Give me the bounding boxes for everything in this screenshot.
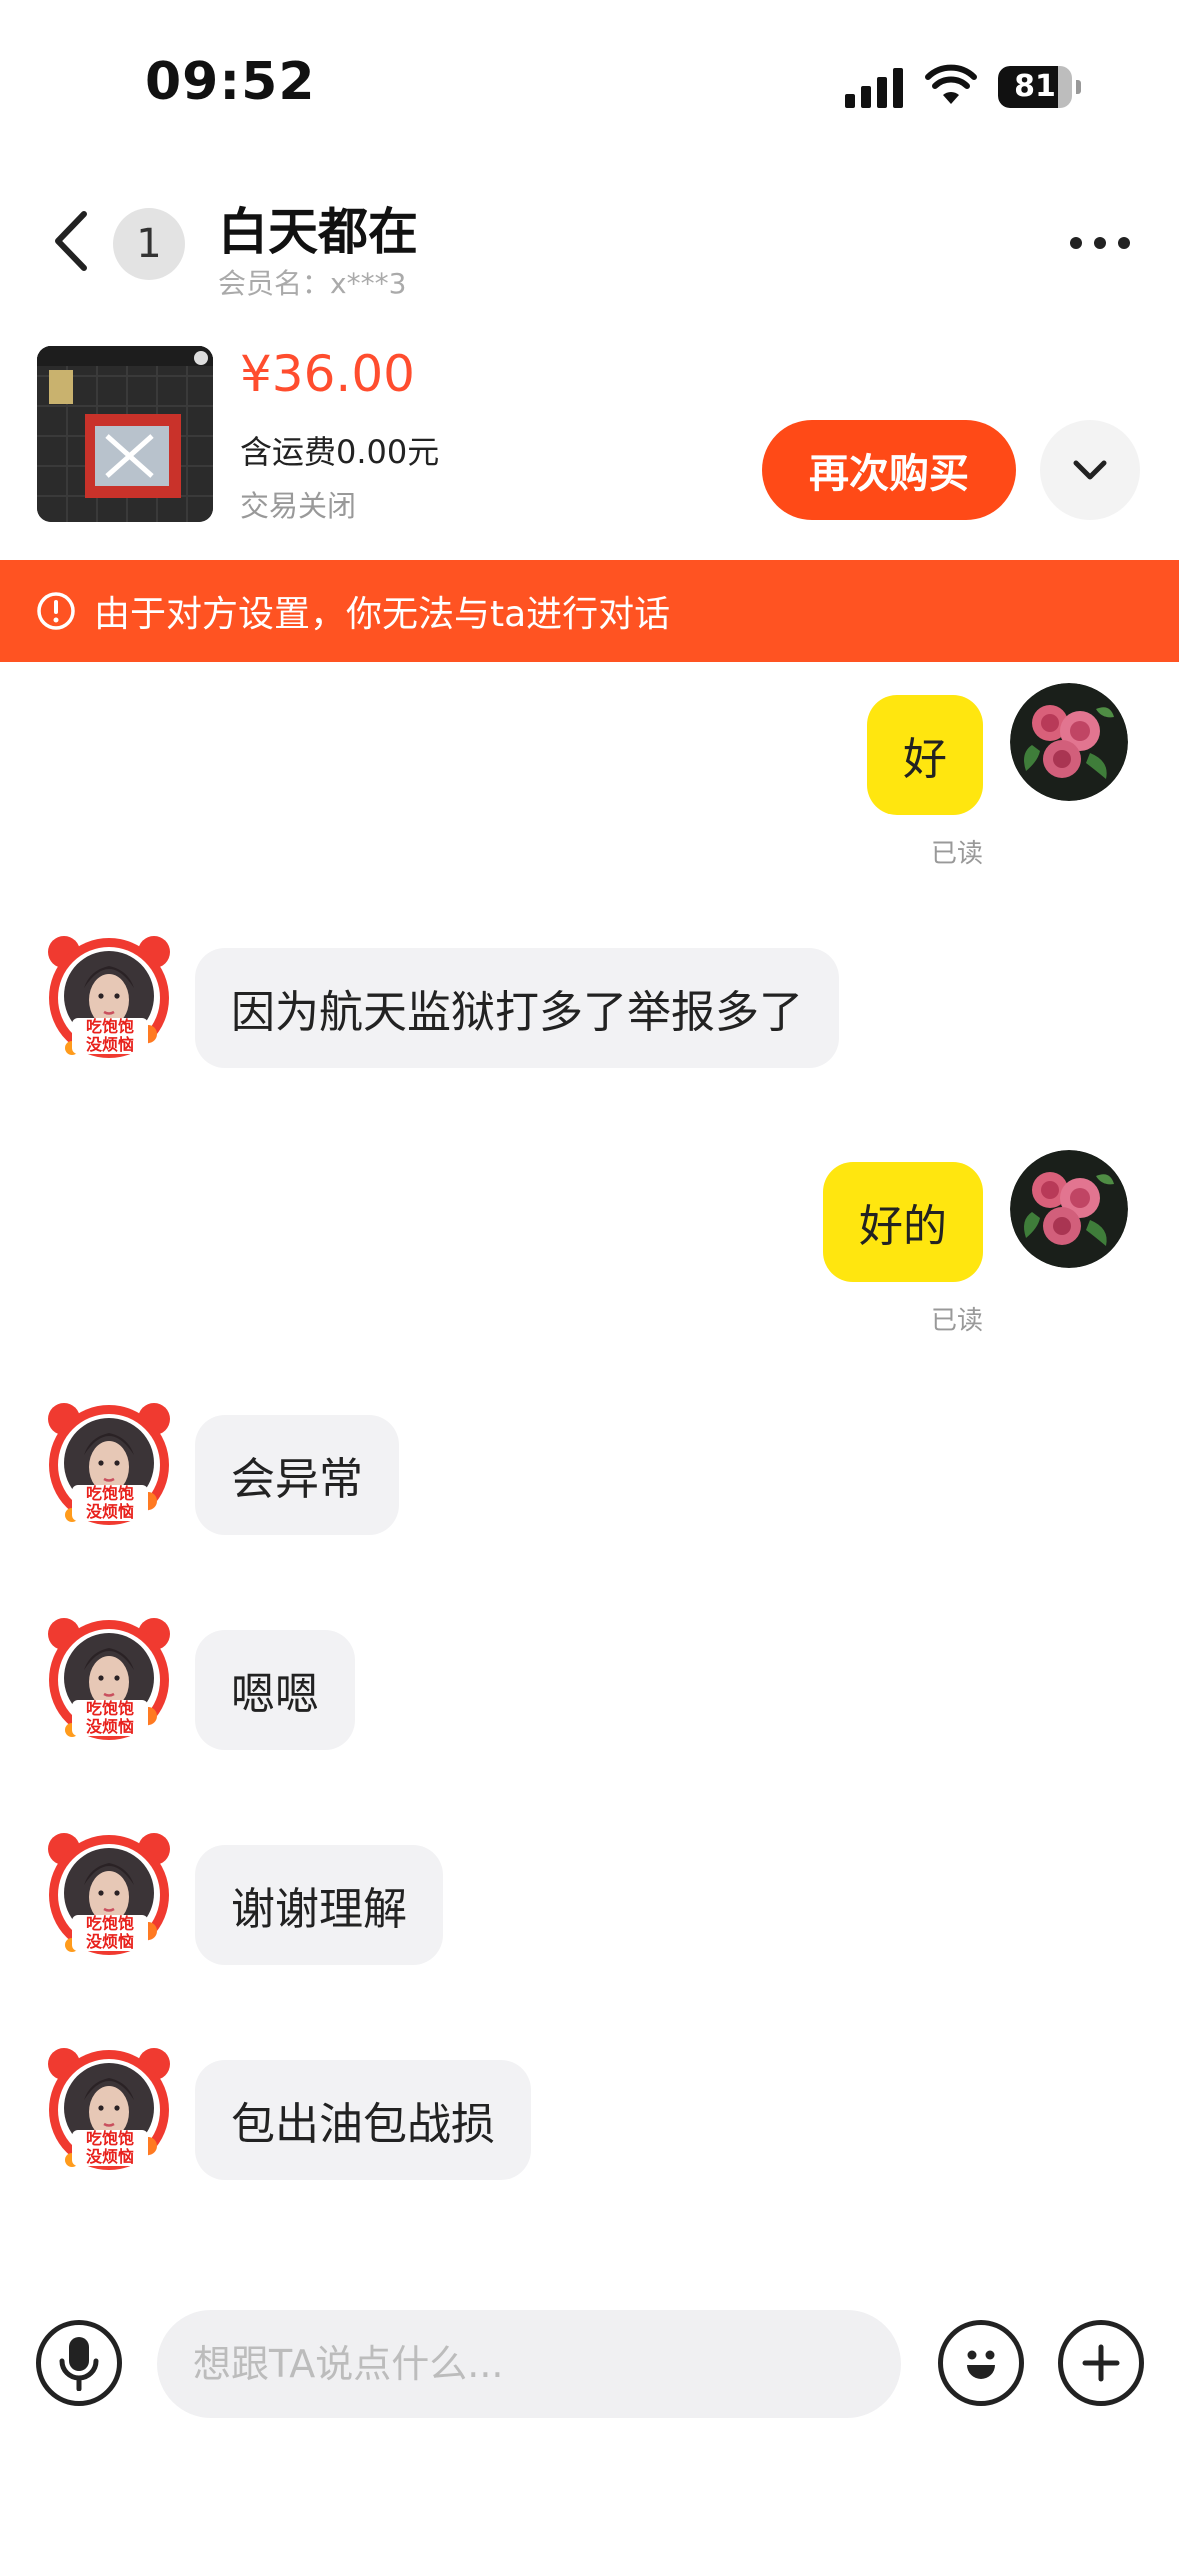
more-actions-button[interactable] (1058, 2320, 1144, 2406)
emoji-button[interactable] (938, 2320, 1024, 2406)
status-bar: 09:52 81 (0, 0, 1179, 170)
my-message-bubble[interactable]: 好的 (823, 1162, 983, 1282)
blocked-banner: 由于对方设置，你无法与ta进行对话 (0, 560, 1179, 662)
contact-message-bubble[interactable]: 会异常 (195, 1415, 399, 1535)
battery-percent: 81 (1014, 69, 1056, 104)
avatar-sticker-line: 没烦恼 (85, 1502, 134, 1521)
blocked-banner-text: 由于对方设置，你无法与ta进行对话 (94, 594, 671, 635)
unread-count-badge[interactable]: 1 (113, 208, 185, 280)
avatar-sticker-text: 吃饱饱 没烦恼 (72, 1915, 148, 1951)
avatar-sticker-text: 吃饱饱 没烦恼 (72, 2130, 148, 2166)
contact-message-bubble[interactable]: 谢谢理解 (195, 1845, 443, 1965)
battery-tip (1076, 80, 1081, 94)
product-image (37, 346, 213, 522)
product-thumbnail[interactable] (37, 346, 213, 522)
cellular-signal-icon (845, 68, 903, 108)
avatar-sticker-line: 吃饱饱 (85, 1914, 134, 1933)
more-dot-icon (1070, 237, 1082, 249)
avatar-sticker-line: 吃饱饱 (85, 1017, 134, 1036)
plus-icon (1082, 2344, 1120, 2382)
avatar-sticker-text: 吃饱饱 没烦恼 (72, 1485, 148, 1521)
avatar-sticker-line: 没烦恼 (85, 1717, 134, 1736)
avatar-sticker-line: 没烦恼 (85, 1932, 134, 1951)
my-message-bubble[interactable]: 好 (867, 695, 983, 815)
avatar-sticker-line: 吃饱饱 (85, 1484, 134, 1503)
contact-message-bubble[interactable]: 嗯嗯 (195, 1630, 355, 1750)
avatar-sticker-line: 吃饱饱 (85, 2129, 134, 2148)
microphone-icon (59, 2337, 99, 2391)
more-options-button[interactable] (1065, 228, 1135, 258)
more-dot-icon (1094, 237, 1106, 249)
smiley-face-icon (967, 2350, 995, 2379)
wifi-icon (925, 64, 977, 104)
my-avatar[interactable] (1010, 1150, 1128, 1268)
chevron-down-icon (1073, 460, 1107, 480)
contact-message-bubble[interactable]: 因为航天监狱打多了举报多了 (195, 948, 839, 1068)
read-receipt: 已读 (930, 839, 983, 869)
contact-message-bubble[interactable]: 包出油包战损 (195, 2060, 531, 2180)
avatar-sticker-line: 吃饱饱 (85, 1699, 134, 1718)
avatar-sticker-text: 吃饱饱 没烦恼 (72, 1700, 148, 1736)
contact-avatar[interactable]: 吃饱饱 没烦恼 (44, 2042, 182, 2182)
product-price: ¥36.00 (240, 345, 415, 403)
voice-input-button[interactable] (36, 2320, 122, 2406)
member-name: 会员名：x***3 (218, 267, 407, 300)
contact-name: 白天都在 (218, 203, 418, 261)
chevron-left-icon (55, 211, 87, 271)
expand-product-button[interactable] (1040, 420, 1140, 520)
shipping-info: 含运费0.00元 (240, 433, 440, 471)
contact-avatar[interactable]: 吃饱饱 没烦恼 (44, 1397, 182, 1537)
warning-icon (37, 592, 75, 630)
status-time: 09:52 (145, 52, 316, 112)
contact-avatar[interactable]: 吃饱饱 没烦恼 (44, 1612, 182, 1752)
more-dot-icon (1118, 237, 1130, 249)
back-button[interactable] (40, 205, 100, 277)
message-input[interactable] (157, 2310, 901, 2418)
buy-again-button[interactable]: 再次购买 (762, 420, 1016, 520)
avatar-sticker-line: 没烦恼 (85, 2147, 134, 2166)
contact-avatar[interactable]: 吃饱饱 没烦恼 (44, 1827, 182, 1967)
my-avatar[interactable] (1010, 683, 1128, 801)
battery-indicator: 81 (998, 66, 1081, 108)
avatar-sticker-line: 没烦恼 (85, 1035, 134, 1054)
deal-status: 交易关闭 (240, 489, 357, 523)
contact-avatar[interactable]: 吃饱饱 没烦恼 (44, 930, 182, 1070)
avatar-sticker-text: 吃饱饱 没烦恼 (72, 1018, 148, 1054)
read-receipt: 已读 (930, 1306, 983, 1336)
